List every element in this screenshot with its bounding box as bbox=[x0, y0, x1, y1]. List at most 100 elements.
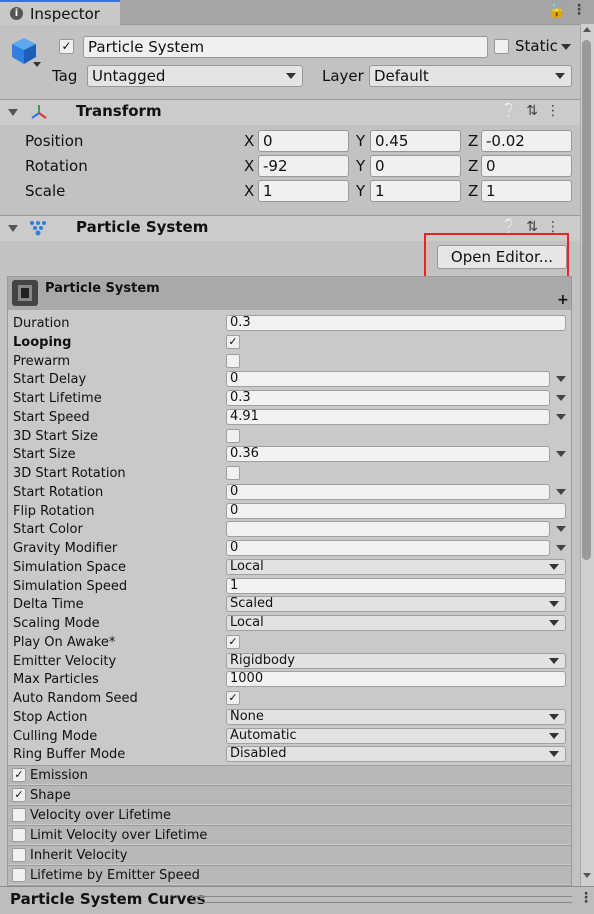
start-rotation-field[interactable]: 0 bbox=[226, 484, 550, 500]
simulation-space-dropdown[interactable]: Local bbox=[226, 559, 566, 575]
object-name-input[interactable]: Particle System bbox=[83, 36, 488, 58]
property-label: Start Rotation bbox=[13, 485, 104, 500]
module-shape[interactable]: ✓ Shape bbox=[8, 785, 571, 804]
preset-icon[interactable]: ⇅ bbox=[526, 103, 546, 119]
mode-dropdown-arrow-icon[interactable] bbox=[556, 395, 566, 401]
rotation-z-input[interactable]: 0 bbox=[481, 155, 572, 177]
max-particles-field[interactable]: 1000 bbox=[226, 671, 566, 687]
property-row-3d-start-rotation: 3D Start Rotation bbox=[8, 464, 571, 483]
property-label: Scaling Mode bbox=[13, 616, 100, 631]
foldout-arrow-icon[interactable] bbox=[8, 109, 18, 116]
module-label: Shape bbox=[30, 788, 71, 803]
mode-dropdown-arrow-icon[interactable] bbox=[556, 451, 566, 457]
more-options-icon[interactable]: ⋮ bbox=[572, 2, 586, 18]
rotation-y-input[interactable]: 0 bbox=[370, 155, 461, 177]
tag-dropdown[interactable]: Untagged bbox=[87, 65, 303, 87]
module-header[interactable]: Particle System + bbox=[8, 277, 571, 310]
property-row-max-particles: Max Particles 1000 bbox=[8, 670, 571, 689]
position-z-input[interactable]: -0.02 bbox=[481, 130, 572, 152]
mode-dropdown-arrow-icon[interactable] bbox=[556, 414, 566, 420]
property-row-start-lifetime: Start Lifetime 0.3 bbox=[8, 389, 571, 408]
property-label: Start Delay bbox=[13, 372, 87, 387]
transform-header[interactable]: Transform ❔⇅⋮ bbox=[0, 99, 580, 125]
3d-start-rotation-checkbox[interactable] bbox=[226, 466, 240, 480]
rotation-x-input[interactable]: -92 bbox=[258, 155, 349, 177]
module-enable-checkbox[interactable] bbox=[12, 808, 26, 822]
duration-field[interactable]: 0.3 bbox=[226, 315, 566, 331]
module-enable-checkbox[interactable]: ✓ bbox=[12, 768, 26, 782]
particle-module-icon bbox=[12, 280, 38, 306]
start-color-field[interactable] bbox=[226, 521, 550, 537]
property-value: 0 bbox=[230, 484, 239, 499]
module-enable-checkbox[interactable]: ✓ bbox=[12, 788, 26, 802]
scaling-mode-dropdown[interactable]: Local bbox=[226, 615, 566, 631]
start-delay-field[interactable]: 0 bbox=[226, 371, 550, 387]
resize-handle[interactable] bbox=[192, 896, 572, 903]
chevron-down-icon bbox=[549, 733, 559, 739]
property-label: 3D Start Size bbox=[13, 429, 98, 444]
scroll-down-icon[interactable] bbox=[583, 873, 591, 878]
property-row-auto-random-seed: Auto Random Seed ✓ bbox=[8, 689, 571, 708]
module-enable-checkbox[interactable] bbox=[12, 828, 26, 842]
curves-panel-title: Particle System Curves bbox=[10, 890, 206, 908]
module-label: Lifetime by Emitter Speed bbox=[30, 868, 200, 883]
property-row-start-delay: Start Delay 0 bbox=[8, 370, 571, 389]
auto-random-seed-checkbox[interactable]: ✓ bbox=[226, 691, 240, 705]
play-on-awake-checkbox[interactable]: ✓ bbox=[226, 635, 240, 649]
module-lifetime-by-emitter-speed[interactable]: Lifetime by Emitter Speed bbox=[8, 865, 571, 884]
ring-buffer-mode-dropdown[interactable]: Disabled bbox=[226, 746, 566, 762]
prewarm-checkbox[interactable] bbox=[226, 354, 240, 368]
static-checkbox[interactable] bbox=[494, 39, 509, 54]
property-row-ring-buffer-mode: Ring Buffer Mode Disabled bbox=[8, 745, 571, 764]
mode-dropdown-arrow-icon[interactable] bbox=[556, 545, 566, 551]
start-lifetime-field[interactable]: 0.3 bbox=[226, 390, 550, 406]
delta-time-dropdown[interactable]: Scaled bbox=[226, 596, 566, 612]
lock-icon[interactable]: 🔓 bbox=[548, 3, 565, 19]
position-x-input[interactable]: 0 bbox=[258, 130, 349, 152]
scale-x-input[interactable]: 1 bbox=[258, 180, 349, 202]
gravity-modifier-field[interactable]: 0 bbox=[226, 540, 550, 556]
flip-rotation-field[interactable]: 0 bbox=[226, 503, 566, 519]
property-row-emitter-velocity: Emitter Velocity Rigidbody bbox=[8, 652, 571, 671]
foldout-arrow-icon[interactable] bbox=[8, 225, 18, 232]
module-enable-checkbox[interactable] bbox=[12, 848, 26, 862]
mode-dropdown-arrow-icon[interactable] bbox=[556, 376, 566, 382]
add-icon[interactable]: + bbox=[557, 292, 569, 308]
scale-y-input[interactable]: 1 bbox=[370, 180, 461, 202]
scrollbar-thumb[interactable] bbox=[582, 40, 591, 560]
tab-inspector[interactable]: i Inspector bbox=[0, 0, 120, 25]
property-row-start-size: Start Size 0.36 bbox=[8, 445, 571, 464]
layer-dropdown[interactable]: Default bbox=[369, 65, 572, 87]
info-icon: i bbox=[10, 7, 23, 20]
property-row-play-on-awake: Play On Awake* ✓ bbox=[8, 633, 571, 652]
property-row-flip-rotation: Flip Rotation 0 bbox=[8, 502, 571, 521]
3d-start-size-checkbox[interactable] bbox=[226, 429, 240, 443]
module-emission[interactable]: ✓ Emission bbox=[8, 765, 571, 784]
active-checkbox[interactable]: ✓ bbox=[59, 39, 74, 54]
stop-action-dropdown[interactable]: None bbox=[226, 709, 566, 725]
property-value: Scaled bbox=[230, 596, 274, 611]
position-y-input[interactable]: 0.45 bbox=[370, 130, 461, 152]
scale-z-input[interactable]: 1 bbox=[481, 180, 572, 202]
module-velocity-over-lifetime[interactable]: Velocity over Lifetime bbox=[8, 805, 571, 824]
mode-dropdown-arrow-icon[interactable] bbox=[556, 526, 566, 532]
scroll-up-icon[interactable] bbox=[583, 27, 591, 32]
looping-checkbox[interactable]: ✓ bbox=[226, 335, 240, 349]
static-dropdown-arrow[interactable] bbox=[561, 44, 571, 50]
culling-mode-dropdown[interactable]: Automatic bbox=[226, 728, 566, 744]
module-inherit-velocity[interactable]: Inherit Velocity bbox=[8, 845, 571, 864]
mode-dropdown-arrow-icon[interactable] bbox=[556, 489, 566, 495]
emitter-velocity-dropdown[interactable]: Rigidbody bbox=[226, 653, 566, 669]
more-options-icon[interactable]: ⋮ bbox=[579, 890, 593, 906]
more-options-icon[interactable]: ⋮ bbox=[546, 103, 568, 119]
simulation-speed-field[interactable]: 1 bbox=[226, 578, 566, 594]
module-limit-velocity-over-lifetime[interactable]: Limit Velocity over Lifetime bbox=[8, 825, 571, 844]
start-size-field[interactable]: 0.36 bbox=[226, 446, 550, 462]
property-label: Stop Action bbox=[13, 710, 88, 725]
start-speed-field[interactable]: 4.91 bbox=[226, 409, 550, 425]
module-enable-checkbox[interactable] bbox=[12, 868, 26, 882]
help-icon[interactable]: ❔ bbox=[501, 103, 526, 119]
property-value: Automatic bbox=[230, 728, 297, 743]
curves-panel-header[interactable]: Particle System Curves ⋮ bbox=[0, 886, 594, 914]
icon-dropdown-arrow[interactable] bbox=[33, 62, 41, 67]
